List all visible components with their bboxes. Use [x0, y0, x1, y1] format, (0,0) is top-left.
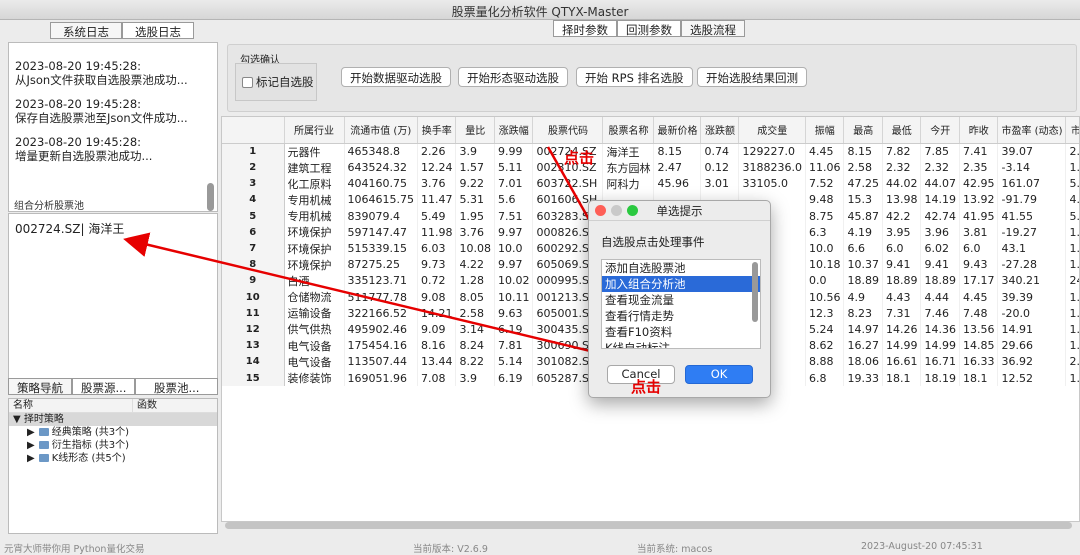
ok-button[interactable]: OK — [685, 365, 753, 384]
dialog-prompt: 自选股点击处理事件 — [601, 235, 705, 249]
click-annotation-bottom: 点击 — [631, 378, 662, 396]
single-choice-dialog: 单选提示 自选股点击处理事件 添加自选股票池 加入组合分析池 查看现金流量 查看… — [588, 200, 771, 398]
zoom-icon[interactable] — [627, 205, 638, 216]
close-icon[interactable] — [595, 205, 606, 216]
minimize-icon — [611, 205, 622, 216]
dialog-title-bar: 单选提示 — [589, 201, 770, 221]
option-kline-annotate[interactable]: K线自动标注 — [602, 340, 760, 348]
dialog-option-list[interactable]: 添加自选股票池 加入组合分析池 查看现金流量 查看行情走势 查看F10资料 K线… — [601, 259, 761, 349]
option-price-trend[interactable]: 查看行情走势 — [602, 308, 760, 324]
option-add-combo-pool[interactable]: 加入组合分析池 — [602, 276, 760, 292]
dialog-window-controls — [595, 205, 638, 216]
click-annotation-top: 点击 — [564, 149, 595, 167]
option-cash-flow[interactable]: 查看现金流量 — [602, 292, 760, 308]
option-f10[interactable]: 查看F10资料 — [602, 324, 760, 340]
annotation-arrows — [123, 146, 687, 376]
dialog-title: 单选提示 — [656, 204, 703, 218]
option-add-watchlist[interactable]: 添加自选股票池 — [602, 260, 760, 276]
dialog-list-scrollbar[interactable] — [752, 262, 758, 322]
